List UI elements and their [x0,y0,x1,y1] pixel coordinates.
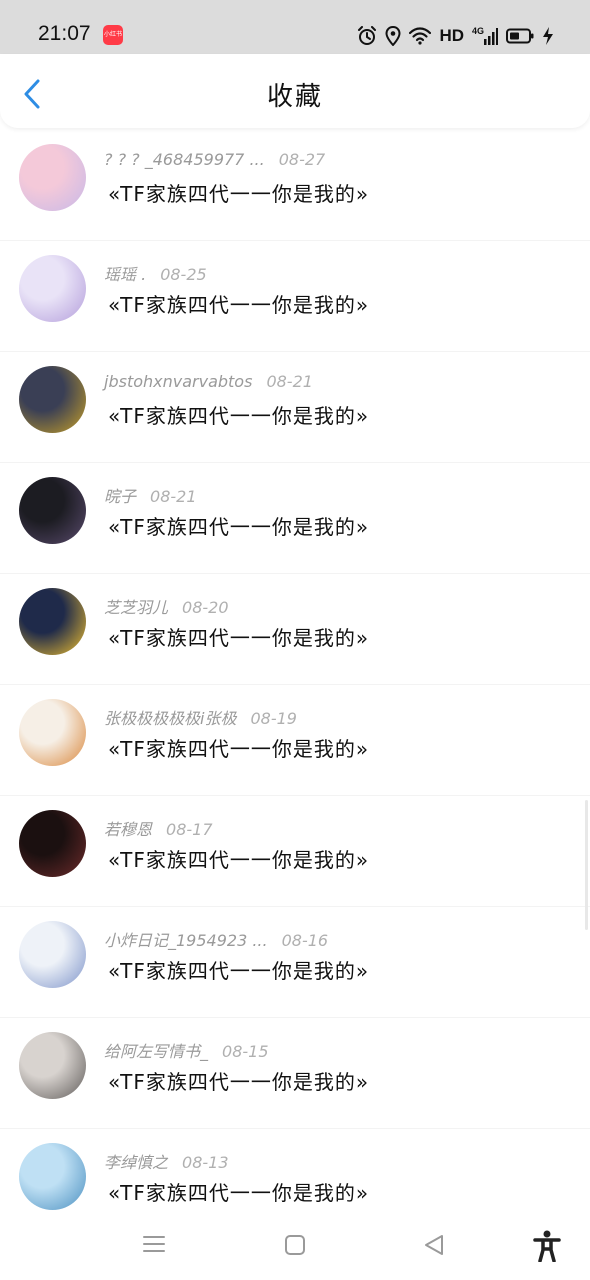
username: 张极极极极极i张极 [104,709,237,728]
avatar[interactable] [19,255,86,322]
battery-icon [506,28,534,44]
list-item[interactable]: jbstohxnvarvabtos 08-21 «TF家族四代一一你是我的» [0,352,590,463]
item-title[interactable]: «TF家族四代一一你是我的» [108,1066,369,1095]
item-date: 08-20 [182,598,229,617]
signal-icon: 4G [472,26,498,45]
home-square-icon [285,1235,305,1255]
screen: 21:07 小红书 HD 4G 收藏 ? ? ? _468459977 ... … [0,0,590,1280]
item-title[interactable]: «TF家族四代一一你是我的» [108,1177,369,1206]
avatar[interactable] [19,1032,86,1099]
item-title[interactable]: «TF家族四代一一你是我的» [108,178,369,207]
avatar[interactable] [19,588,86,655]
header: 收藏 [0,54,590,128]
svg-text:4G: 4G [472,26,484,36]
avatar[interactable] [19,366,86,433]
item-date: 08-21 [266,372,313,391]
username: 若穆恩 [104,820,153,839]
app-notification-icon: 小红书 [103,25,123,45]
alarm-icon [358,26,377,45]
item-meta: 若穆恩 08-17 [104,816,213,840]
username: 芝芝羽儿 [104,598,169,617]
item-title[interactable]: «TF家族四代一一你是我的» [108,289,369,318]
item-date: 08-27 [278,150,326,169]
list-item[interactable]: 若穆恩 08-17 «TF家族四代一一你是我的» [0,796,590,907]
accessibility-icon [533,1230,561,1263]
avatar[interactable] [19,921,86,988]
item-meta: 李绰慎之 08-13 [104,1149,229,1173]
page-title: 收藏 [266,82,323,112]
menu-button[interactable] [143,1234,165,1258]
list-item[interactable]: ? ? ? _468459977 ... 08-27 «TF家族四代一一你是我的» [0,130,590,241]
item-date: 08-25 [160,265,207,284]
username: 晥子 [104,487,137,506]
username: jbstohxnvarvabtos [104,372,253,391]
scrollbar[interactable] [585,800,588,930]
back-nav-button[interactable] [423,1234,445,1260]
home-button[interactable] [284,1234,306,1260]
item-meta: ? ? ? _468459977 ... 08-27 [104,150,325,169]
charging-icon [543,27,553,45]
menu-icon [143,1236,165,1252]
item-title[interactable]: «TF家族四代一一你是我的» [108,622,369,651]
item-meta: 给阿左写情书_ 08-15 [104,1038,269,1062]
status-icons: HD 4G [357,25,554,47]
item-meta: 小炸日记_1954923 ... 08-16 [104,927,328,951]
item-meta: 瑶瑶 . 08-25 [104,261,207,285]
location-icon [385,26,401,46]
list-item[interactable]: 小炸日记_1954923 ... 08-16 «TF家族四代一一你是我的» [0,907,590,1018]
avatar[interactable] [19,699,86,766]
favorites-list: ? ? ? _468459977 ... 08-27 «TF家族四代一一你是我的» 瑶… [0,130,590,1240]
username: ? ? ? _468459977 ... [104,150,265,169]
list-item[interactable]: 晥子 08-21 «TF家族四代一一你是我的» [0,463,590,574]
list-item[interactable]: 给阿左写情书_ 08-15 «TF家族四代一一你是我的» [0,1018,590,1129]
username: 给阿左写情书_ [104,1042,209,1061]
item-meta: 芝芝羽儿 08-20 [104,594,229,618]
item-meta: 张极极极极极i张极 08-19 [104,705,297,729]
item-date: 08-16 [281,931,329,950]
username: 小炸日记_1954923 ... [104,931,268,950]
back-triangle-icon [425,1235,443,1255]
item-meta: 晥子 08-21 [104,483,197,507]
item-title[interactable]: «TF家族四代一一你是我的» [108,955,369,984]
item-title[interactable]: «TF家族四代一一你是我的» [108,844,369,873]
item-title[interactable]: «TF家族四代一一你是我的» [108,400,369,429]
item-date: 08-15 [222,1042,269,1061]
avatar[interactable] [19,477,86,544]
hd-label: HD [439,26,464,45]
avatar[interactable] [19,810,86,877]
avatar[interactable] [19,1143,86,1210]
item-title[interactable]: «TF家族四代一一你是我的» [108,511,369,540]
system-nav-bar [0,1216,590,1280]
avatar[interactable] [19,144,86,211]
item-date: 08-19 [250,709,297,728]
status-bar: 21:07 小红书 HD 4G [0,0,590,54]
item-date: 08-13 [182,1153,229,1172]
accessibility-button[interactable] [533,1230,561,1266]
item-date: 08-21 [150,487,197,506]
list-item[interactable]: 张极极极极极i张极 08-19 «TF家族四代一一你是我的» [0,685,590,796]
list-item[interactable]: 芝芝羽儿 08-20 «TF家族四代一一你是我的» [0,574,590,685]
username: 李绰慎之 [104,1153,169,1172]
item-meta: jbstohxnvarvabtos 08-21 [104,372,313,391]
item-date: 08-17 [166,820,213,839]
wifi-icon [409,27,432,45]
username: 瑶瑶 . [104,265,147,284]
status-time: 21:07 [38,22,91,45]
list-item[interactable]: 瑶瑶 . 08-25 «TF家族四代一一你是我的» [0,241,590,352]
item-title[interactable]: «TF家族四代一一你是我的» [108,733,369,762]
